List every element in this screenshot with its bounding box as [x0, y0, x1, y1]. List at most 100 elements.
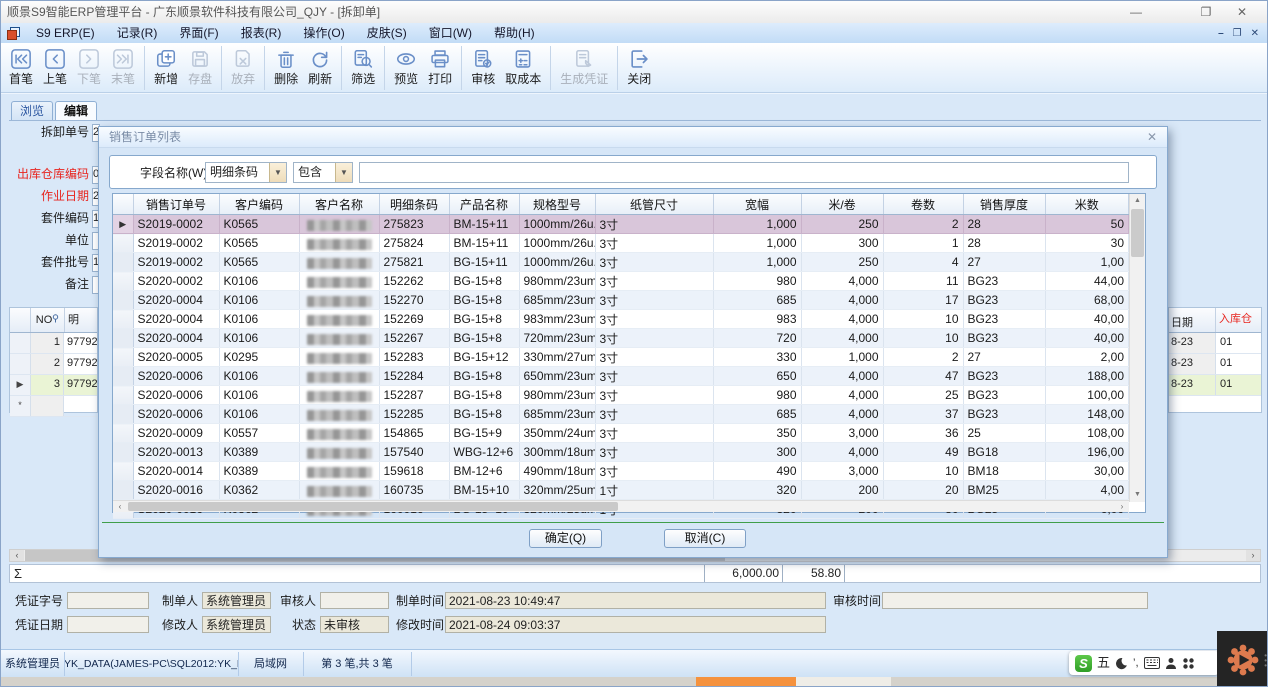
table-row[interactable]: 8-23 01	[1169, 354, 1261, 375]
warehouse-column-header[interactable]: 入库仓库	[1216, 308, 1261, 332]
menu-item[interactable]: 窗口(W)	[418, 23, 483, 43]
scroll-thumb[interactable]	[128, 502, 618, 511]
create-time-field[interactable]: 2021-08-23 10:49:47	[445, 592, 826, 609]
column-header[interactable]: 销售厚度	[963, 194, 1045, 215]
scroll-left-icon[interactable]: ‹	[10, 550, 24, 561]
column-header[interactable]: 客户编码	[219, 194, 299, 215]
no-column-header[interactable]: NO	[31, 308, 65, 332]
column-header[interactable]: 宽幅	[713, 194, 801, 215]
grid-vscrollbar[interactable]: ▲ ▼	[1129, 194, 1145, 502]
table-row[interactable]: ▶ 3 97792	[10, 375, 97, 396]
menu-item[interactable]: 记录(R)	[106, 23, 169, 43]
column-header[interactable]: 明细条码	[379, 194, 449, 215]
menu-item[interactable]: 界面(F)	[168, 23, 229, 43]
person-icon[interactable]	[1165, 657, 1177, 670]
table-row[interactable]: 8-23 01	[1169, 375, 1261, 396]
scroll-up-icon[interactable]: ▲	[1130, 194, 1145, 208]
maximize-button[interactable]: ❐	[1191, 1, 1221, 23]
column-header[interactable]: 米数	[1045, 194, 1129, 215]
toolbar-button[interactable]: 筛选	[341, 46, 380, 90]
table-row[interactable]: *	[10, 396, 97, 417]
auditor-field[interactable]	[320, 592, 389, 609]
menu-item[interactable]: 操作(O)	[292, 23, 355, 43]
tray-menu-dots[interactable]: •••	[1264, 653, 1267, 668]
scroll-left-icon[interactable]: ‹	[113, 501, 127, 512]
scroll-thumb[interactable]	[1131, 209, 1144, 257]
chevron-down-icon[interactable]: ▼	[335, 163, 352, 182]
toolbar-button[interactable]: 首笔	[4, 46, 38, 90]
table-row[interactable]: S2020-0006 K0106 152285 BG-15+8 685mm/23…	[113, 405, 1129, 424]
voucher-date-field[interactable]	[67, 616, 149, 633]
toolbar-button[interactable]: 上笔	[38, 46, 72, 90]
column-header[interactable]: 销售订单号	[133, 194, 219, 215]
toolbar-button[interactable]: 下笔	[72, 46, 106, 90]
close-button[interactable]: ✕	[1227, 1, 1257, 23]
modifier-field[interactable]: 系统管理员	[202, 616, 271, 633]
table-row[interactable]: ▶ S2019-0002 K0565 275823 BM-15+11 1000m…	[113, 215, 1129, 234]
table-row[interactable]: 2 97792	[10, 354, 97, 375]
cancel-button[interactable]: 取消(C)	[664, 529, 746, 548]
taskbar-orange-segment[interactable]	[696, 677, 796, 687]
punctuation-icon[interactable]: ’,	[1133, 651, 1139, 675]
table-row[interactable]: S2019-0002 K0565 275821 BG-15+11 1000mm/…	[113, 253, 1129, 272]
tray-app-icon[interactable]: •••	[1217, 631, 1268, 687]
table-row[interactable]: S2020-0006 K0106 152287 BG-15+8 980mm/23…	[113, 386, 1129, 405]
minimize-button[interactable]: —	[1121, 1, 1151, 23]
toolbar-button[interactable]: 放弃	[221, 46, 260, 90]
toolbar-button[interactable]: 预览	[384, 46, 423, 90]
filter-field-select[interactable]: 明细条码 ▼	[205, 162, 287, 183]
table-row[interactable]: S2020-0004 K0106 152269 BG-15+8 983mm/23…	[113, 310, 1129, 329]
status-field[interactable]: 未审核	[320, 616, 389, 633]
toolbar-button[interactable]: 关闭	[617, 46, 656, 90]
toolbox-icon[interactable]	[1182, 657, 1195, 670]
toolbar-button[interactable]: 刷新	[303, 46, 337, 90]
detail-column-header[interactable]: 明	[65, 308, 97, 332]
grid-hscrollbar[interactable]: ‹ ›	[113, 500, 1129, 512]
child-restore-icon[interactable]: ❐	[1233, 28, 1242, 39]
keyboard-icon[interactable]	[1144, 657, 1160, 669]
dialog-close-icon[interactable]: ✕	[1147, 127, 1157, 148]
dialog-title-bar[interactable]: 销售订单列表 ✕	[99, 127, 1167, 148]
chevron-down-icon[interactable]: ▼	[269, 163, 286, 182]
column-header[interactable]: 规格型号	[519, 194, 595, 215]
toolbar-button[interactable]: 删除	[264, 46, 303, 90]
creator-field[interactable]: 系统管理员	[202, 592, 271, 609]
menu-item[interactable]: 帮助(H)	[483, 23, 546, 43]
toolbar-button[interactable]: 存盘	[183, 46, 217, 90]
scroll-right-icon[interactable]: ›	[1246, 550, 1260, 561]
wubi-mode-icon[interactable]: 五	[1097, 651, 1110, 675]
filter-operator-select[interactable]: 包含 ▼	[293, 162, 353, 183]
menu-item[interactable]: S9 ERP(E)	[25, 23, 106, 43]
audit-time-field[interactable]	[882, 592, 1148, 609]
toolbar-button[interactable]: 打印	[423, 46, 457, 90]
table-row[interactable]: S2020-0016 K0362 160735 BM-15+10 320mm/2…	[113, 481, 1129, 500]
menu-item[interactable]: 皮肤(S)	[356, 23, 418, 43]
table-row[interactable]: S2020-0009 K0557 154865 BG-15+9 350mm/24…	[113, 424, 1129, 443]
toolbar-button[interactable]: 末笔	[106, 46, 140, 90]
toolbar-button[interactable]: 取成本	[500, 46, 546, 90]
table-row[interactable]: 8-23 01	[1169, 333, 1261, 354]
table-row[interactable]: S2019-0002 K0565 275824 BM-15+11 1000mm/…	[113, 234, 1129, 253]
table-row[interactable]: S2020-0004 K0106 152270 BG-15+8 685mm/23…	[113, 291, 1129, 310]
ok-button[interactable]: 确定(Q)	[529, 529, 602, 548]
voucher-no-field[interactable]	[67, 592, 149, 609]
toolbar-button[interactable]: 生成凭证	[550, 46, 613, 90]
column-header[interactable]: 纸管尺寸	[595, 194, 713, 215]
moon-icon[interactable]	[1115, 657, 1128, 670]
toolbar-button[interactable]: 审核	[461, 46, 500, 90]
date-column-header[interactable]: 日期	[1169, 308, 1216, 332]
column-header[interactable]: 卷数	[883, 194, 963, 215]
scroll-down-icon[interactable]: ▼	[1130, 488, 1145, 502]
column-header[interactable]: 客户名称	[299, 194, 379, 215]
table-row[interactable]: S2020-0006 K0106 152284 BG-15+8 650mm/23…	[113, 367, 1129, 386]
column-header[interactable]: 米/卷	[801, 194, 883, 215]
child-minimize-icon[interactable]: –	[1218, 28, 1224, 39]
sogou-logo-icon[interactable]: S	[1075, 655, 1092, 672]
table-row[interactable]: S2020-0005 K0295 152283 BG-15+12 330mm/2…	[113, 348, 1129, 367]
modify-time-field[interactable]: 2021-08-24 09:03:37	[445, 616, 826, 633]
menu-item[interactable]: 报表(R)	[230, 23, 293, 43]
scroll-right-icon[interactable]: ›	[1115, 501, 1129, 512]
table-row[interactable]: S2020-0004 K0106 152267 BG-15+8 720mm/23…	[113, 329, 1129, 348]
child-close-icon[interactable]: ✕	[1251, 28, 1259, 39]
toolbar-button[interactable]: 新增	[144, 46, 183, 90]
